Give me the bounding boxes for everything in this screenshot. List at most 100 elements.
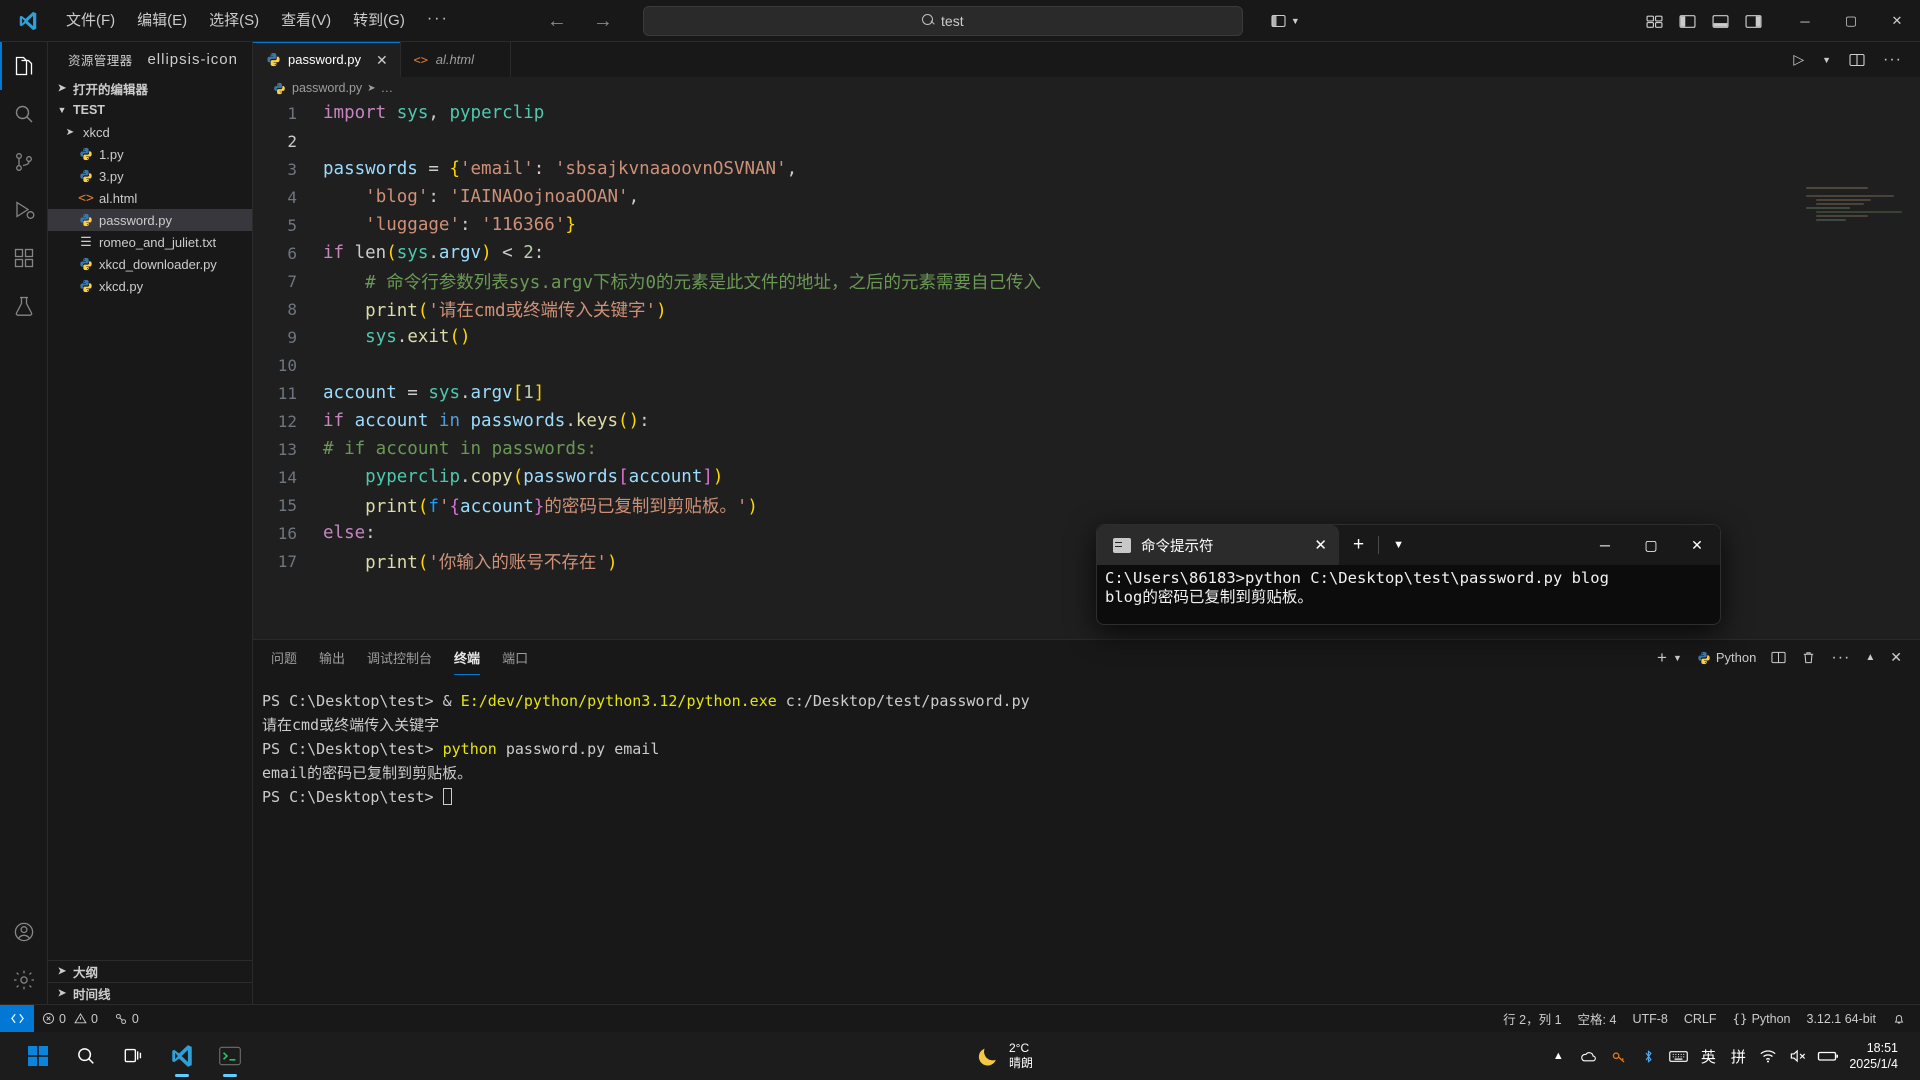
editor-layout-icons[interactable]: [1646, 13, 1762, 30]
arrow-right-icon[interactable]: →: [593, 11, 613, 31]
command-prompt-window[interactable]: 命令提示符 ✕ + ▼ ─ ▢ ✕ C:\Users\86183>python …: [1096, 524, 1721, 625]
editor-layout-icon[interactable]: [1646, 13, 1663, 30]
sidebar-item-explorer[interactable]: [0, 42, 48, 90]
ime-mode-indicator[interactable]: 拼: [1723, 1032, 1753, 1080]
window-minimize-button[interactable]: ─: [1782, 0, 1828, 42]
panel-tab-ports[interactable]: 端口: [502, 640, 528, 675]
menu-file[interactable]: 文件(F): [56, 7, 125, 35]
code-line[interactable]: 1 import sys, pyperclip: [253, 99, 1920, 127]
onedrive-icon[interactable]: [1573, 1032, 1603, 1080]
task-view-icon[interactable]: [110, 1032, 158, 1080]
split-editor-icon[interactable]: [1849, 52, 1865, 68]
bluetooth-icon[interactable]: [1633, 1032, 1663, 1080]
command-prompt-output[interactable]: C:\Users\86183>python C:\Desktop\test\pa…: [1097, 565, 1720, 607]
split-terminal-icon[interactable]: [1771, 650, 1786, 665]
sidebar-item-testing[interactable]: [0, 282, 48, 330]
sidebar-item-source-control[interactable]: [0, 138, 48, 186]
section-timeline[interactable]: ➤ 时间线: [48, 982, 253, 1004]
panel-tab-output[interactable]: 输出: [319, 640, 345, 675]
more-actions-icon[interactable]: ···: [1883, 51, 1902, 69]
ellipsis-icon[interactable]: ellipsis-icon: [147, 51, 238, 68]
chevron-up-icon[interactable]: ▲: [1543, 1032, 1573, 1080]
tree-item-romeo-and-juliet-txt[interactable]: ☰ romeo_and_juliet.txt: [48, 231, 252, 253]
toggle-secondary-sidebar-icon[interactable]: [1745, 13, 1762, 30]
volume-mute-icon[interactable]: [1783, 1032, 1813, 1080]
code-line[interactable]: 8 print('请在cmd或终端传入关键字'): [253, 295, 1920, 323]
keyboard-icon[interactable]: [1663, 1032, 1693, 1080]
close-icon[interactable]: ✕: [376, 53, 388, 67]
tab-al-html[interactable]: <> al.html: [400, 42, 511, 77]
taskbar-app-command-prompt[interactable]: [206, 1032, 254, 1080]
taskbar-clock[interactable]: 18:51 2025/1/4: [1843, 1040, 1910, 1072]
navigation-arrows[interactable]: ← →: [547, 11, 613, 31]
windows-start-icon[interactable]: [14, 1032, 62, 1080]
menu-view[interactable]: 查看(V): [271, 7, 341, 35]
ports-status[interactable]: 0: [106, 1005, 147, 1033]
code-line[interactable]: 4 'blog': 'IAINAOojnoaOOAN',: [253, 183, 1920, 211]
terminal-output[interactable]: PS C:\Desktop\test> & E:/dev/python/pyth…: [253, 675, 1920, 809]
menu-edit[interactable]: 编辑(E): [127, 7, 197, 35]
code-line[interactable]: 2: [253, 127, 1920, 155]
taskbar-weather-widget[interactable]: 2°C 晴朗: [975, 1032, 1033, 1080]
tree-item-1-py[interactable]: 1.py: [48, 143, 252, 165]
shield-key-icon[interactable]: [1603, 1032, 1633, 1080]
tree-item-folder-xkcd[interactable]: ➤ xkcd: [48, 121, 252, 143]
cursor-position-status[interactable]: 行 2，列 1: [1495, 1005, 1569, 1033]
language-mode-status[interactable]: {} Python: [1725, 1005, 1799, 1033]
chevron-down-icon[interactable]: ▼: [1673, 653, 1682, 663]
code-line[interactable]: 7 # 命令行参数列表sys.argv下标为0的元素是此文件的地址，之后的元素需…: [253, 267, 1920, 295]
taskbar-app-vscode[interactable]: [158, 1032, 206, 1080]
close-icon[interactable]: ✕: [1314, 536, 1327, 554]
window-maximize-button[interactable]: ▢: [1628, 525, 1674, 565]
trash-icon[interactable]: [1801, 650, 1816, 665]
toggle-primary-sidebar-icon[interactable]: [1679, 13, 1696, 30]
wifi-icon[interactable]: [1753, 1032, 1783, 1080]
section-workspace-test[interactable]: ▼ TEST: [48, 99, 252, 121]
panel-tab-terminal[interactable]: 终端: [454, 640, 481, 675]
code-line[interactable]: 5 'luggage': '116366'}: [253, 211, 1920, 239]
indentation-status[interactable]: 空格: 4: [1570, 1005, 1625, 1033]
run-chevron-icon[interactable]: ▼: [1822, 55, 1831, 65]
toggle-panel-icon[interactable]: [1712, 13, 1729, 30]
problems-status[interactable]: 0 0: [34, 1005, 106, 1033]
chevron-down-icon[interactable]: ▼: [1379, 539, 1418, 551]
window-close-button[interactable]: ✕: [1874, 0, 1920, 42]
notifications-button[interactable]: [1884, 1005, 1914, 1033]
section-outline[interactable]: ➤ 大纲: [48, 960, 253, 982]
code-line[interactable]: 15 print(f'{account}的密码已复制到剪贴板。'): [253, 491, 1920, 519]
quick-search-input[interactable]: test: [642, 5, 1243, 36]
chevron-up-icon[interactable]: ▲: [1865, 652, 1875, 663]
code-line[interactable]: 11 account = sys.argv[1]: [253, 379, 1920, 407]
breadcrumb-file[interactable]: password.py: [292, 81, 362, 95]
tree-item-3-py[interactable]: 3.py: [48, 165, 252, 187]
accounts-button[interactable]: [0, 908, 48, 956]
section-open-editors[interactable]: ➤ 打开的编辑器: [48, 77, 252, 99]
window-maximize-button[interactable]: ▢: [1828, 0, 1874, 42]
code-line[interactable]: 9 sys.exit(): [253, 323, 1920, 351]
tab-password-py[interactable]: password.py ✕: [253, 42, 401, 77]
eol-status[interactable]: CRLF: [1676, 1005, 1725, 1033]
settings-button[interactable]: [0, 956, 48, 1004]
customize-layout-button[interactable]: ▼: [1271, 13, 1300, 29]
close-icon[interactable]: ✕: [1890, 649, 1902, 666]
window-minimize-button[interactable]: ─: [1582, 525, 1628, 565]
plus-icon[interactable]: +: [1657, 648, 1667, 668]
minimap[interactable]: [1806, 187, 1906, 233]
panel-tab-debug-console[interactable]: 调试控制台: [367, 640, 432, 675]
ellipsis-icon[interactable]: ···: [1831, 649, 1850, 667]
ime-language-indicator[interactable]: 英: [1693, 1032, 1723, 1080]
sidebar-item-run-debug[interactable]: [0, 186, 48, 234]
menu-bar[interactable]: 文件(F) 编辑(E) 选择(S) 查看(V) 转到(G) ···: [56, 0, 459, 42]
command-prompt-tab[interactable]: 命令提示符 ✕: [1097, 525, 1339, 565]
panel-tab-problems[interactable]: 问题: [271, 640, 297, 675]
menu-go[interactable]: 转到(G): [343, 7, 415, 35]
encoding-status[interactable]: UTF-8: [1624, 1005, 1675, 1033]
code-line[interactable]: 12 if account in passwords.keys():: [253, 407, 1920, 435]
sidebar-item-extensions[interactable]: [0, 234, 48, 282]
menu-more-icon[interactable]: ···: [417, 9, 459, 33]
run-icon[interactable]: ▷: [1793, 51, 1804, 68]
code-line[interactable]: 3 passwords = {'email': 'sbsajkvnaaoovnOS…: [253, 155, 1920, 183]
plus-icon[interactable]: +: [1339, 534, 1378, 556]
tree-item-xkcd-downloader-py[interactable]: xkcd_downloader.py: [48, 253, 252, 275]
sidebar-item-search[interactable]: [0, 90, 48, 138]
